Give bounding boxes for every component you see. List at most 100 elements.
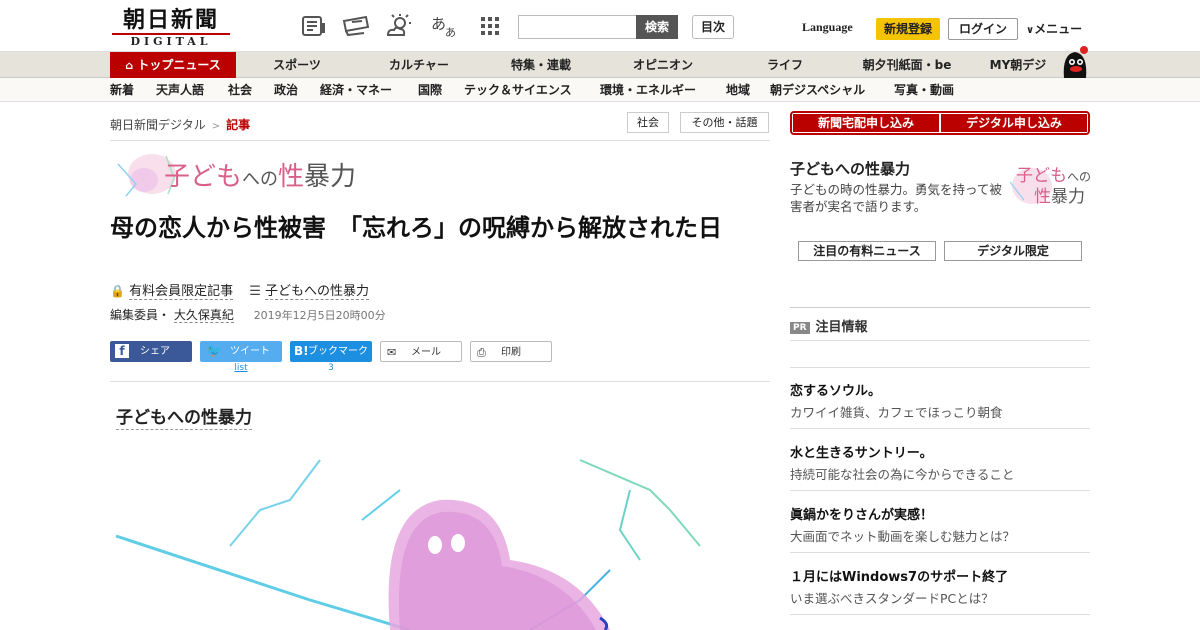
mail-button[interactable]: ✉ メール [380, 341, 462, 362]
tag-society[interactable]: 社会 [627, 112, 669, 133]
divider [790, 490, 1090, 491]
pr-item-desc[interactable]: カワイイ雑貨、カフェでほっこり朝食 [790, 402, 1003, 421]
banner-part: への [242, 169, 279, 190]
subnav-item[interactable]: 天声人語 [156, 78, 204, 102]
facebook-icon: f [115, 344, 129, 358]
subnav-item[interactable]: 地域 [726, 78, 750, 102]
subnav-item[interactable]: 国際 [418, 78, 442, 102]
breadcrumb-home[interactable]: 朝日新聞デジタル [110, 118, 206, 132]
list-icon: ☰ [249, 284, 261, 299]
sidebar-series-desc: 子どもの時の性暴力。勇気を持って被害者が実名で語ります。 [790, 182, 1002, 214]
newspaper-icon[interactable] [300, 13, 328, 39]
weather-icon[interactable] [385, 13, 413, 39]
ticket-icon[interactable] [342, 13, 370, 39]
article-headline: 母の恋人から性被害 「忘れろ」の呪縛から解放された日 [110, 214, 722, 242]
pr-heading: PR 注目情報 [790, 316, 868, 335]
main-nav: ⌂ トップニュース スポーツ カルチャー 特集・連載 オピニオン ライフ 朝夕刊… [0, 52, 1200, 78]
pr-item-desc[interactable]: 持続可能な社会の為に今からできること [790, 464, 1014, 483]
divider [790, 340, 1090, 341]
nav-item-paper[interactable]: 朝夕刊紙面・be [850, 52, 964, 78]
pr-item-title[interactable]: 眞鍋かをりさんが実感！ [790, 504, 933, 523]
subnav-item[interactable]: 社会 [228, 78, 252, 102]
divider [790, 614, 1090, 615]
publish-date: 2019年12月5日20時00分 [253, 309, 386, 322]
nav-item-features[interactable]: 特集・連載 [494, 52, 588, 78]
language-link[interactable]: Language [802, 20, 853, 35]
bookmark-count[interactable]: 3 [290, 363, 372, 373]
nav-item-culture[interactable]: カルチャー [374, 52, 464, 78]
pr-item-desc[interactable]: いま選ぶべきスタンダードPCとは？ [790, 588, 994, 607]
hatena-bookmark-button[interactable]: B! ブックマーク [290, 341, 372, 362]
logo-text-jp: 朝日新聞 [122, 7, 219, 33]
chevron-down-icon: ∨ [1026, 25, 1035, 36]
logo-part: 暴力 [1051, 187, 1085, 207]
nav-item-life[interactable]: ライフ [746, 52, 824, 78]
mail-label: メール [411, 347, 441, 358]
tweet-label: ツイート [230, 346, 270, 357]
divider [110, 381, 770, 382]
subnav-item[interactable]: 政治 [274, 78, 298, 102]
print-button[interactable]: ⎙ 印刷 [470, 341, 552, 362]
article-meta: 🔒 有料会員限定記事 ☰ 子どもへの性暴力 [110, 282, 370, 300]
illustration-drawing [115, 459, 701, 630]
logo-part: への [1067, 170, 1092, 184]
pr-item-title[interactable]: １月にはWindows7のサポート終了 [790, 566, 1008, 585]
logo-text-en: DIGITAL [112, 33, 230, 48]
author-role: 編集委員・ [110, 308, 171, 322]
pr-item-title[interactable]: 水と生きるサントリー。 [790, 442, 933, 461]
pr-item-desc[interactable]: 大画面でネット動画を楽しむ魅力とは？ [790, 526, 1015, 545]
nav-item-opinion[interactable]: オピニオン [616, 52, 710, 78]
subnav-item[interactable]: 写真・動画 [894, 78, 954, 102]
tag-other[interactable]: その他・話題 [680, 112, 769, 133]
pr-badge: PR [790, 322, 810, 334]
hatena-icon: B! [294, 344, 309, 358]
section-title[interactable]: 子どもへの性暴力 [116, 407, 252, 430]
member-only-link[interactable]: 有料会員限定記事 [129, 284, 234, 300]
tweet-button[interactable]: 🐦 ツイート [200, 341, 282, 362]
subnav-item[interactable]: 環境・エネルギー [600, 78, 696, 102]
grid-icon[interactable] [476, 13, 504, 39]
paid-news-button[interactable]: 注目の有料ニュース [798, 241, 936, 261]
sidebar-series-title[interactable]: 子どもへの性暴力 [790, 158, 910, 179]
share-label: シェア [140, 346, 170, 357]
subscribe-paper-button[interactable]: 新聞宅配申し込み [793, 114, 939, 132]
breadcrumb-separator: > [211, 121, 221, 132]
subscribe-digital-button[interactable]: デジタル申し込み [941, 114, 1087, 132]
subnav-item[interactable]: テック＆サイエンス [464, 78, 572, 102]
site-logo[interactable]: 朝日新聞 DIGITAL [112, 8, 230, 48]
pr-heading-label: 注目情報 [815, 320, 868, 335]
toc-button[interactable]: 目次 [692, 15, 734, 39]
menu-button[interactable]: ∨メニュー [1026, 20, 1082, 37]
lock-icon: 🔒 [110, 284, 125, 298]
pr-item-title[interactable]: 恋するソウル。 [790, 380, 881, 399]
banner-part: 子ども [164, 162, 243, 192]
print-label: 印刷 [501, 347, 521, 358]
search-button[interactable]: 検索 [636, 15, 678, 39]
sub-nav: 新着 天声人語 社会 政治 経済・マネー 国際 テック＆サイエンス 環境・エネル… [0, 78, 1200, 102]
mascot-image[interactable] [1058, 44, 1092, 78]
login-button[interactable]: ログイン [948, 18, 1018, 40]
search-input[interactable] [518, 15, 638, 39]
series-banner[interactable]: 子どもへの性暴力 [112, 150, 362, 202]
sidebar-series-logo[interactable]: 子どもへの 性暴力 [1006, 162, 1092, 214]
signup-button[interactable]: 新規登録 [876, 18, 940, 40]
top-bar: 朝日新聞 DIGITAL ああ 検索 目次 Language 新規登録 ログイン… [0, 0, 1200, 52]
nav-item-my[interactable]: MY朝デジ [978, 52, 1058, 78]
mail-icon: ✉ [387, 346, 397, 359]
nav-item-sports[interactable]: スポーツ [254, 52, 340, 78]
bookmark-label: ブックマーク [308, 346, 368, 357]
tweet-count-link[interactable]: list [200, 363, 282, 373]
nav-item-top-news[interactable]: ⌂ トップニュース [110, 52, 236, 78]
author-link[interactable]: 大久保真紀 [173, 308, 234, 323]
subnav-item[interactable]: 朝デジスペシャル [770, 78, 865, 102]
font-size-icon[interactable]: ああ [430, 13, 458, 39]
divider [790, 552, 1090, 553]
digital-only-button[interactable]: デジタル限定 [944, 241, 1082, 261]
banner-part: 暴力 [304, 162, 357, 192]
menu-label: メニュー [1034, 22, 1083, 36]
series-link[interactable]: 子どもへの性暴力 [265, 284, 370, 300]
svg-text:あ: あ [431, 15, 446, 33]
facebook-share-button[interactable]: f シェア [110, 341, 192, 362]
subnav-item[interactable]: 経済・マネー [320, 78, 392, 102]
subnav-item[interactable]: 新着 [110, 78, 134, 102]
